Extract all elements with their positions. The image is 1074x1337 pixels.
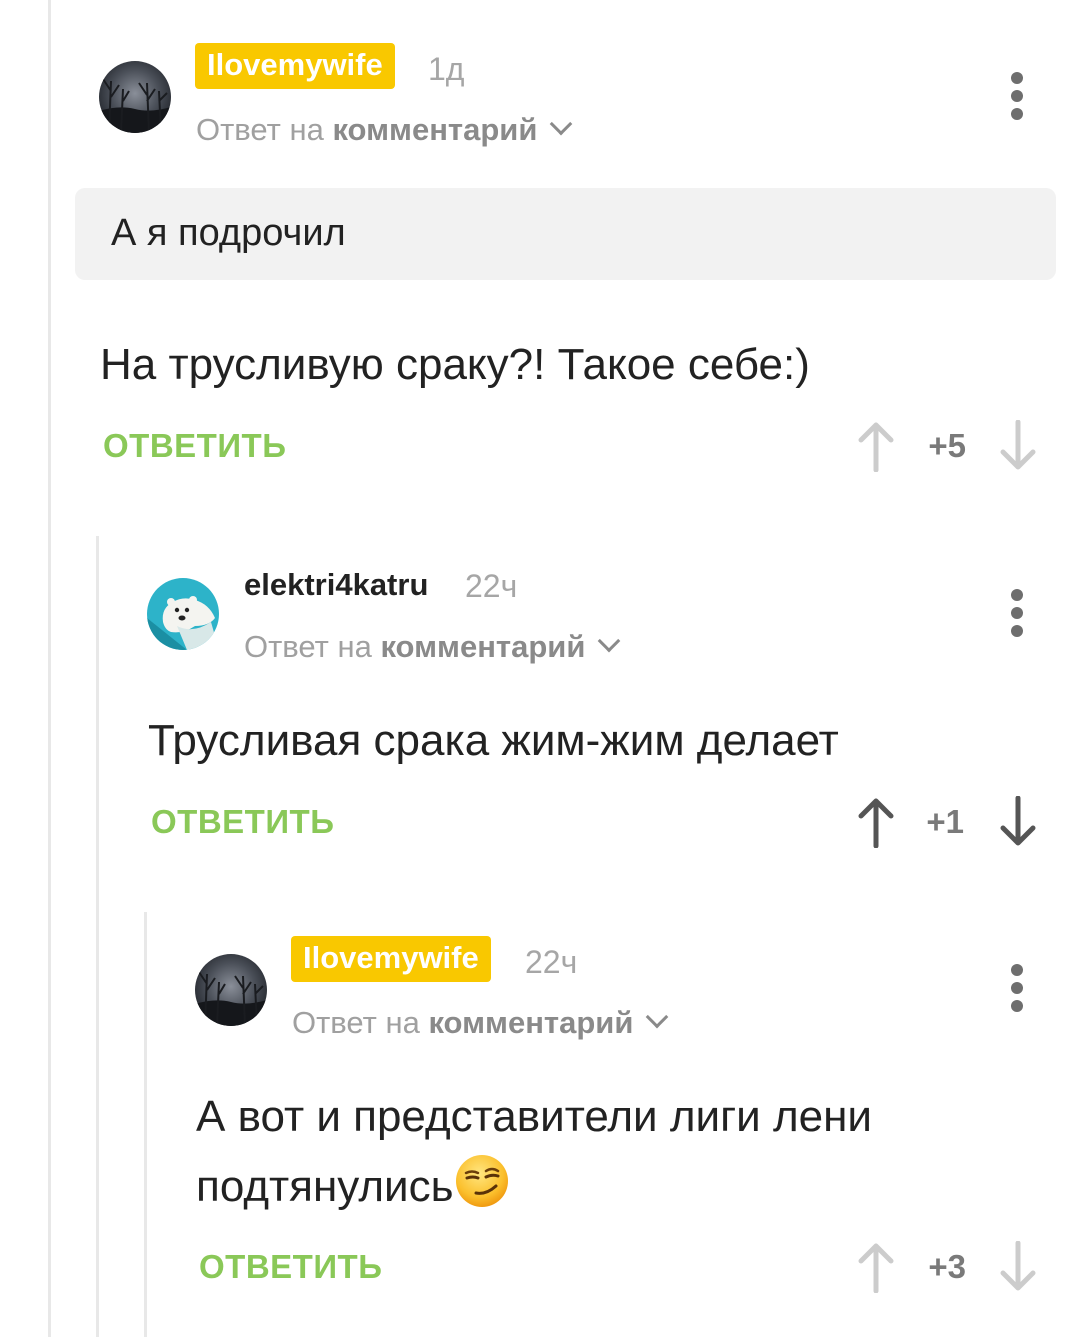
downvote-button[interactable]	[998, 796, 1038, 848]
comment-text: А вот и представители лиги лени подтянул…	[196, 1082, 872, 1222]
username-badge[interactable]: Ilovemywife	[291, 936, 491, 982]
reply-to-prefix: Ответ на	[292, 1005, 420, 1040]
avatar[interactable]	[99, 61, 171, 133]
arrow-down-icon	[998, 796, 1038, 848]
comment-text: Трусливая срака жим-жим делает	[148, 716, 839, 765]
comment-time: 22ч	[525, 944, 578, 980]
vote-score: +5	[928, 427, 966, 464]
chevron-down-icon	[550, 112, 573, 136]
comment-time: 1д	[428, 51, 465, 87]
chevron-down-icon	[646, 1005, 669, 1029]
vote-score: +1	[926, 803, 964, 840]
avatar[interactable]	[147, 578, 219, 650]
reply-button[interactable]: ОТВЕТИТЬ	[151, 800, 334, 844]
reply-to-link[interactable]: Ответ на комментарий	[196, 108, 573, 152]
upvote-button[interactable]	[856, 1241, 896, 1293]
username-badge[interactable]: Ilovemywife	[195, 43, 395, 89]
thread-line-level-3	[144, 912, 147, 1337]
reply-to-target: комментарий	[428, 1005, 634, 1040]
downvote-button[interactable]	[998, 420, 1038, 472]
comment-text-line-2: подтянулись	[196, 1152, 872, 1222]
reply-button[interactable]: ОТВЕТИТЬ	[103, 424, 286, 468]
comment-text-line-1: А вот и представители лиги лени	[196, 1092, 872, 1141]
username[interactable]: elektri4katru	[244, 563, 428, 609]
comment-time: 22ч	[465, 568, 518, 604]
more-menu-button[interactable]	[1005, 589, 1029, 637]
reply-to-prefix: Ответ на	[244, 629, 372, 664]
comment-text: На трусливую сраку?! Такое себе:)	[100, 340, 810, 389]
upvote-button[interactable]	[856, 420, 896, 472]
reply-to-link[interactable]: Ответ на комментарий	[244, 625, 621, 669]
chevron-down-icon	[598, 629, 621, 653]
arrow-up-icon	[856, 1241, 896, 1293]
reply-to-target: комментарий	[332, 112, 538, 147]
arrow-up-icon	[856, 796, 896, 848]
vote-score: +3	[928, 1248, 966, 1285]
quote-text: А я подрочил	[111, 212, 346, 254]
reply-to-link[interactable]: Ответ на комментарий	[292, 1001, 669, 1045]
thread-line-level-1	[48, 0, 51, 1337]
reply-to-target: комментарий	[380, 629, 586, 664]
upvote-button[interactable]	[856, 796, 896, 848]
avatar[interactable]	[195, 954, 267, 1026]
more-menu-button[interactable]	[1005, 72, 1029, 120]
more-menu-button[interactable]	[1005, 964, 1029, 1012]
arrow-down-icon	[998, 1241, 1038, 1293]
reply-button[interactable]: ОТВЕТИТЬ	[199, 1245, 382, 1289]
arrow-down-icon	[998, 420, 1038, 472]
smirking-face-icon	[454, 1153, 510, 1209]
arrow-up-icon	[856, 420, 896, 472]
downvote-button[interactable]	[998, 1241, 1038, 1293]
quoted-comment: А я подрочил	[75, 188, 1056, 280]
thread-line-level-2	[96, 536, 99, 1337]
reply-to-prefix: Ответ на	[196, 112, 324, 147]
